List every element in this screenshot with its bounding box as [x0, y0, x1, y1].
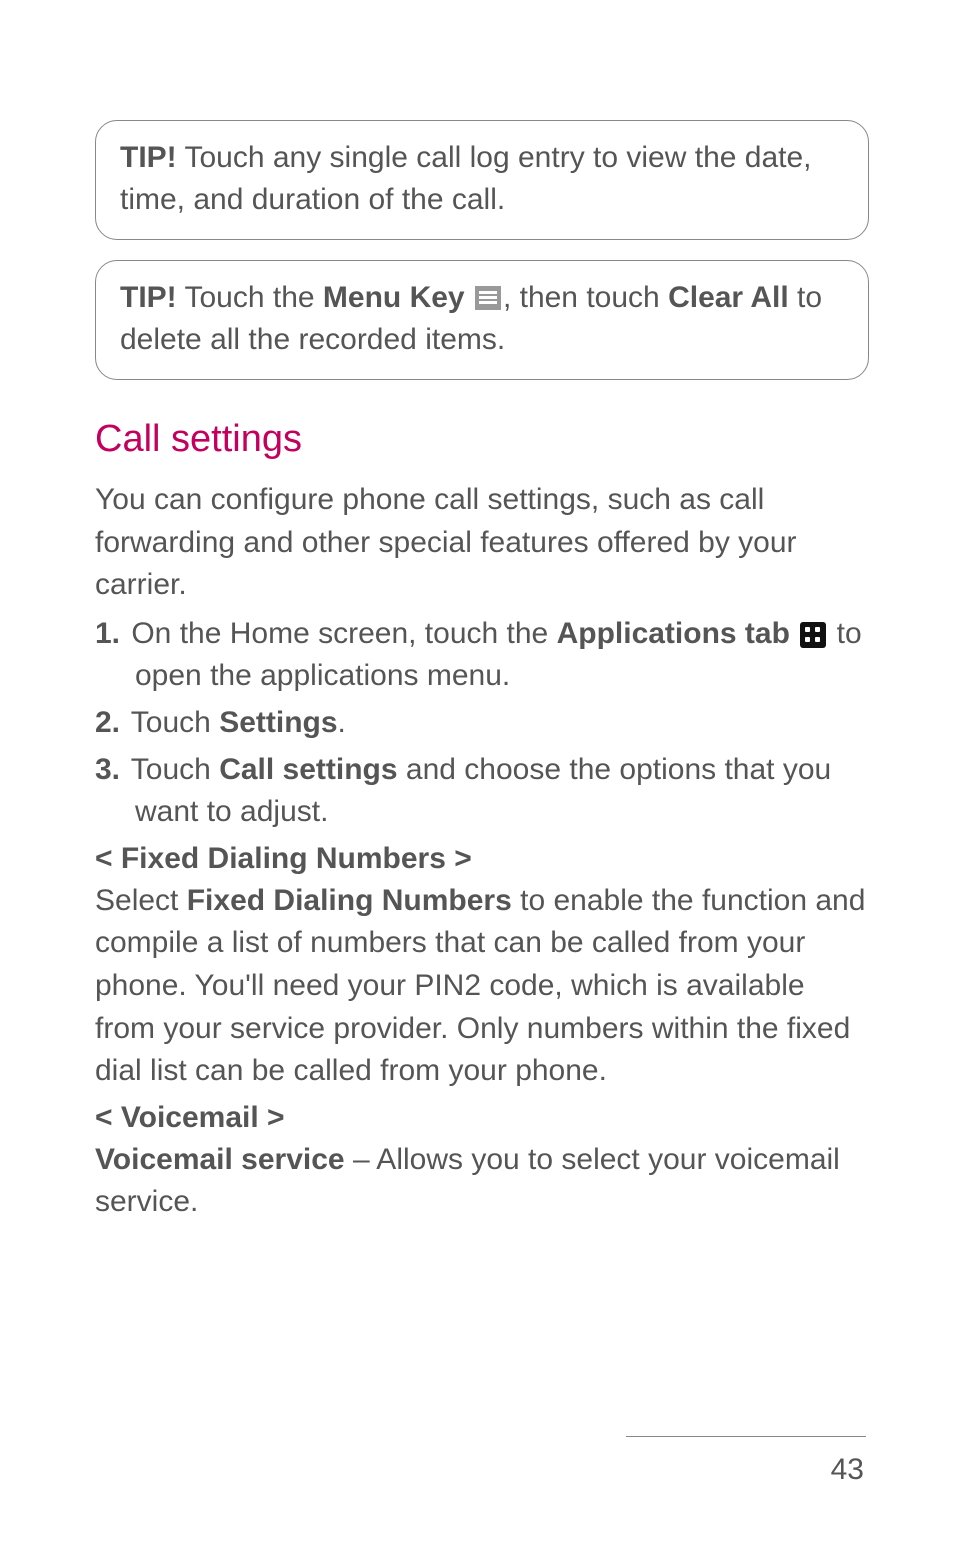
page-number: 43 [831, 1453, 864, 1487]
steps-list: 1. On the Home screen, touch the Applica… [95, 613, 869, 834]
step2-c: . [338, 706, 346, 739]
applications-tab-label: Applications tab [557, 617, 790, 650]
voicemail-service-label: Voicemail service [95, 1143, 345, 1176]
fdn-a: Select [95, 884, 187, 917]
call-settings-label: Call settings [219, 753, 397, 786]
fdn-label: Fixed Dialing Numbers [187, 884, 512, 917]
intro-paragraph: You can configure phone call settings, s… [95, 479, 869, 607]
tip-label: TIP! [120, 281, 177, 314]
tip-part1: Touch the [177, 281, 323, 314]
step2-a: Touch [123, 706, 219, 739]
step-3: 3. Touch Call settings and choose the op… [95, 749, 869, 834]
fdn-paragraph: Select Fixed Dialing Numbers to enable t… [95, 880, 869, 1093]
tip-part2: , then touch [503, 281, 668, 314]
step1-a: On the Home screen, touch the [123, 617, 557, 650]
fdn-subheading: < Fixed Dialing Numbers > [95, 842, 869, 876]
step-2: 2. Touch Settings. [95, 702, 869, 745]
step-number: 3. [95, 749, 123, 792]
menu-key-label: Menu Key [323, 281, 473, 314]
voicemail-paragraph: Voicemail service – Allows you to select… [95, 1139, 869, 1224]
step-1: 1. On the Home screen, touch the Applica… [95, 613, 869, 698]
applications-tab-icon [800, 622, 826, 648]
call-settings-heading: Call settings [95, 418, 869, 461]
menu-key-icon [475, 286, 501, 310]
page-number-divider [626, 1436, 866, 1437]
clear-all-label: Clear All [668, 281, 789, 314]
tip-text: Touch any single call log entry to view … [120, 141, 812, 216]
step3-a: Touch [123, 753, 219, 786]
voicemail-subheading: < Voicemail > [95, 1101, 869, 1135]
settings-label: Settings [219, 706, 337, 739]
tip-label: TIP! [120, 141, 177, 174]
tip-box-2: TIP! Touch the Menu Key , then touch Cle… [95, 260, 869, 380]
step-number: 2. [95, 702, 123, 745]
tip-box-1: TIP! Touch any single call log entry to … [95, 120, 869, 240]
step-number: 1. [95, 613, 123, 656]
manual-page: TIP! Touch any single call log entry to … [0, 0, 954, 1557]
